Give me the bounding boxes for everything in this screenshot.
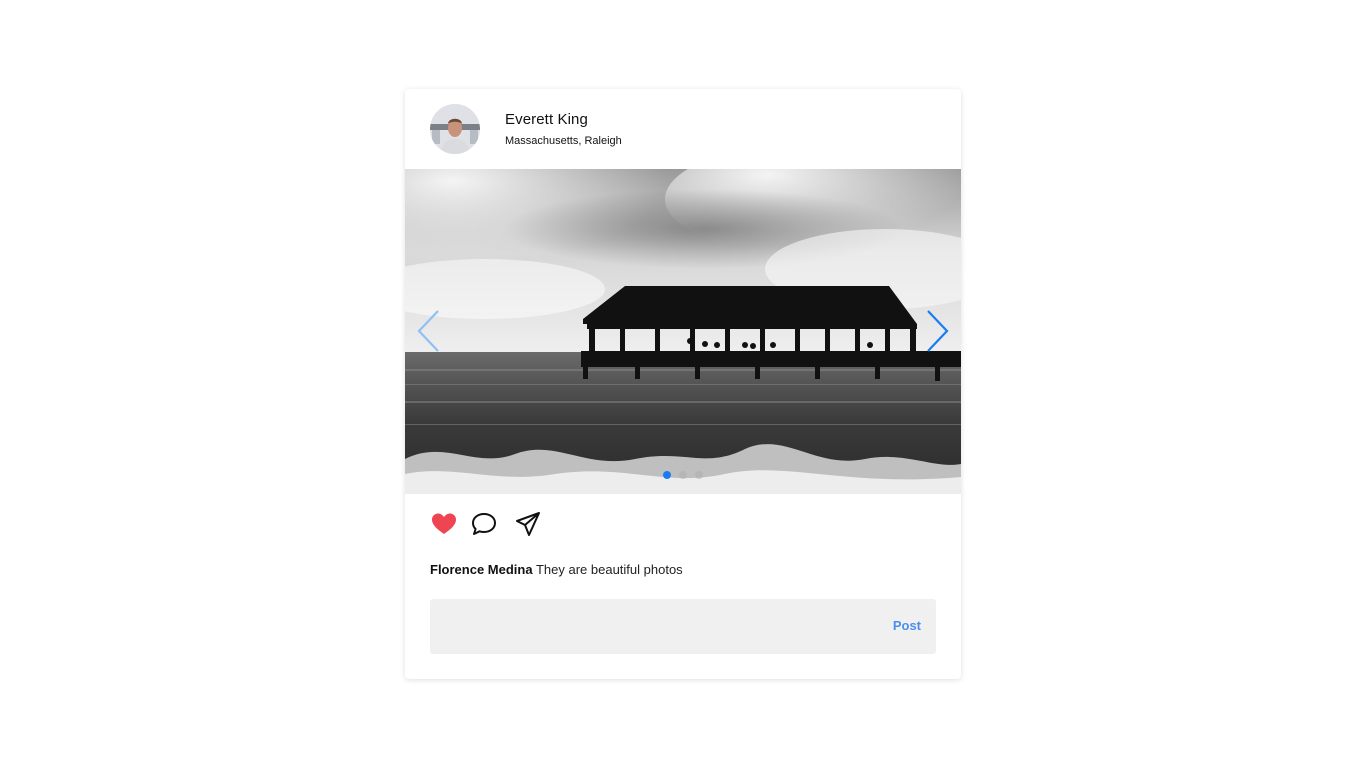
previous-slide-arrow-icon[interactable] [414,307,444,355]
image-carousel [405,169,961,494]
next-slide-arrow-icon[interactable] [922,307,952,355]
avatar-image [430,104,480,154]
comment-input[interactable] [430,599,870,654]
heart-icon[interactable] [430,510,458,538]
carousel-dot[interactable] [695,471,703,479]
comment-form: Post [430,599,936,654]
carousel-dot[interactable] [663,471,671,479]
user-location: Massachusetts, Raleigh [505,135,622,147]
carousel-dot[interactable] [679,471,687,479]
paper-plane-icon[interactable] [514,510,542,538]
user-name[interactable]: Everett King [505,111,588,128]
comment-text: They are beautiful photos [535,562,683,577]
carousel-indicators [663,471,703,479]
pier-photo [405,169,961,494]
post-button[interactable]: Post [893,618,921,633]
speech-bubble-icon[interactable] [470,510,498,538]
comment: Florence Medina They are beautiful photo… [430,562,683,577]
post-header: Everett King Massachusetts, Raleigh [405,89,961,169]
avatar[interactable] [430,104,480,154]
post-card: Everett King Massachusetts, Raleigh Flor… [405,89,961,679]
comment-author[interactable]: Florence Medina [430,562,533,577]
